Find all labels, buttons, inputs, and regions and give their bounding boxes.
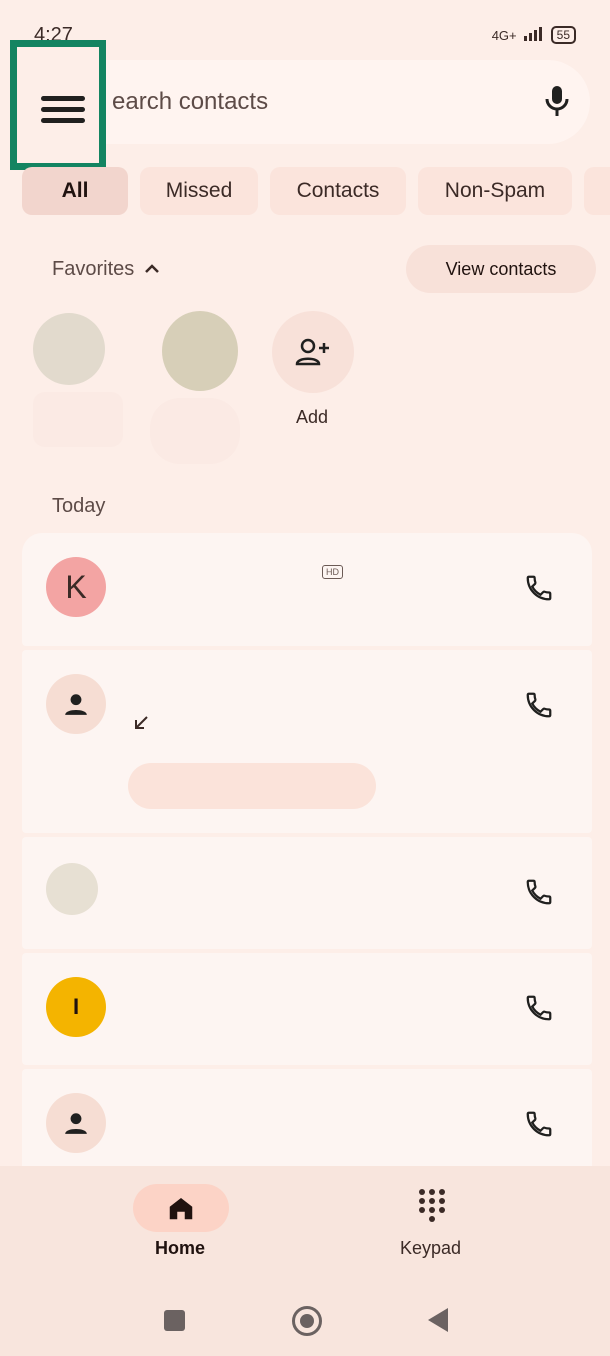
menu-icon-line <box>41 107 85 112</box>
mic-icon[interactable] <box>542 84 572 118</box>
favorites-label: Favorites <box>52 258 135 280</box>
search-bar[interactable] <box>22 60 590 144</box>
call-action-chip[interactable] <box>128 763 376 809</box>
section-title: Today <box>52 495 106 517</box>
view-contacts-button[interactable]: View contacts <box>406 245 596 293</box>
home-dot <box>300 1314 314 1328</box>
chip-all[interactable]: All <box>22 167 128 215</box>
favorite-name <box>150 398 240 464</box>
person-icon <box>46 674 106 734</box>
chip-overflow[interactable] <box>584 167 610 215</box>
phone-icon[interactable] <box>524 690 554 720</box>
hd-badge: HD <box>322 565 343 579</box>
recents-button[interactable] <box>164 1310 185 1331</box>
search-input[interactable]: earch contacts <box>112 88 268 116</box>
add-favorite-button[interactable] <box>272 311 354 393</box>
add-person-icon <box>295 338 329 366</box>
phone-icon[interactable] <box>524 573 554 603</box>
home-system-button[interactable] <box>292 1306 322 1336</box>
phone-icon[interactable] <box>524 993 554 1023</box>
nav-keypad-label[interactable]: Keypad <box>400 1238 461 1259</box>
network-type: 4G+ <box>491 27 517 43</box>
favorites-header[interactable]: Favorites <box>52 258 160 281</box>
favorite-avatar[interactable] <box>33 313 105 385</box>
call-row[interactable] <box>22 650 592 833</box>
phone-icon[interactable] <box>524 877 554 907</box>
status-icons: 4G+ 55 <box>492 26 576 44</box>
avatar <box>46 863 98 915</box>
keypad-icon[interactable] <box>417 1188 447 1229</box>
call-row[interactable]: K HD <box>22 533 592 646</box>
battery-icon: 55 <box>550 26 576 44</box>
call-row[interactable]: I <box>22 953 592 1065</box>
menu-button[interactable] <box>10 40 106 170</box>
back-button[interactable] <box>428 1308 448 1332</box>
chip-contacts[interactable]: Contacts <box>270 167 406 215</box>
home-icon <box>169 1198 193 1220</box>
person-icon <box>46 1093 106 1153</box>
incoming-call-icon <box>135 716 148 729</box>
nav-home-label: Home <box>155 1238 206 1258</box>
menu-icon-line <box>41 118 85 123</box>
chevron-up-icon <box>144 264 159 273</box>
chip-non-spam[interactable]: Non-Spam <box>418 167 572 215</box>
signal-icon <box>523 26 545 44</box>
favorite-avatar[interactable] <box>162 311 238 391</box>
add-favorite-label: Add <box>296 407 329 427</box>
filter-chips: All Missed Contacts Non-Spam <box>22 167 572 215</box>
avatar: K <box>46 557 106 617</box>
chip-missed[interactable]: Missed <box>140 167 258 215</box>
avatar: I <box>46 977 106 1037</box>
call-row[interactable] <box>22 1069 592 1166</box>
nav-home[interactable] <box>133 1184 229 1232</box>
menu-icon <box>41 96 85 101</box>
phone-icon[interactable] <box>524 1109 554 1139</box>
call-row[interactable] <box>22 837 592 949</box>
favorite-name <box>33 392 123 447</box>
